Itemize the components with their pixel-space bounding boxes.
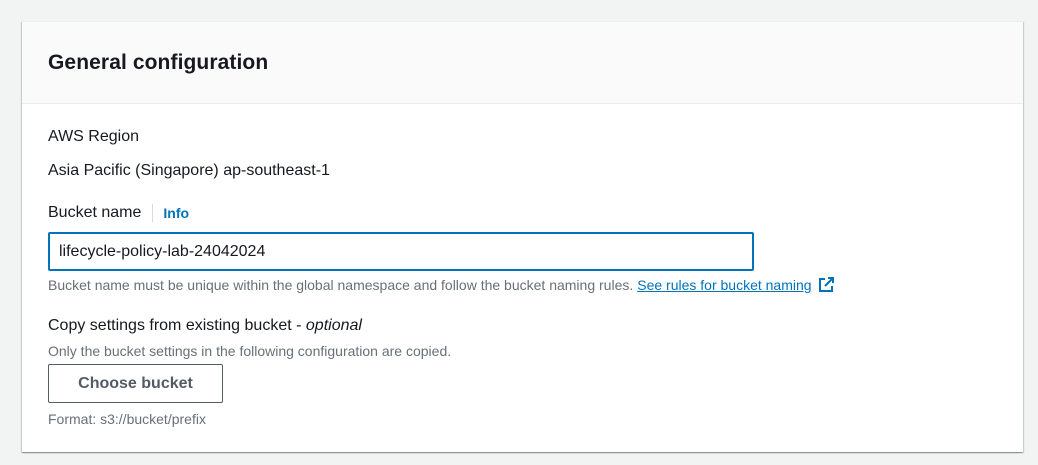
optional-tag: optional [305,317,362,334]
copy-settings-label: Copy settings from existing bucket - opt… [48,317,362,335]
aws-region-value: Asia Pacific (Singapore) ap-southeast-1 [48,162,330,179]
bucket-name-help: Bucket name must be unique within the gl… [48,277,834,293]
info-divider [152,204,154,222]
bucket-name-label: Bucket name [48,204,142,221]
bucket-format-hint: Format: s3://bucket/prefix [48,411,206,427]
bucket-name-info-link[interactable]: Info [163,205,189,221]
copy-settings-label-text: Copy settings from existing bucket - [48,317,306,334]
general-configuration-panel: General configuration AWS Region Asia Pa… [22,21,1023,452]
panel-title: General configuration [48,50,269,74]
bucket-name-label-row: Bucket name Info [48,203,189,223]
copy-settings-description: Only the bucket settings in the followin… [48,343,452,359]
external-link-icon[interactable] [818,277,834,293]
bucket-naming-rules-link[interactable]: See rules for bucket naming [637,277,811,293]
bucket-name-help-text: Bucket name must be unique within the gl… [48,277,634,293]
panel-header: General configuration [22,22,1023,104]
bucket-name-input[interactable] [48,232,754,271]
aws-region-label: AWS Region [48,128,139,145]
choose-bucket-button[interactable]: Choose bucket [48,364,223,403]
